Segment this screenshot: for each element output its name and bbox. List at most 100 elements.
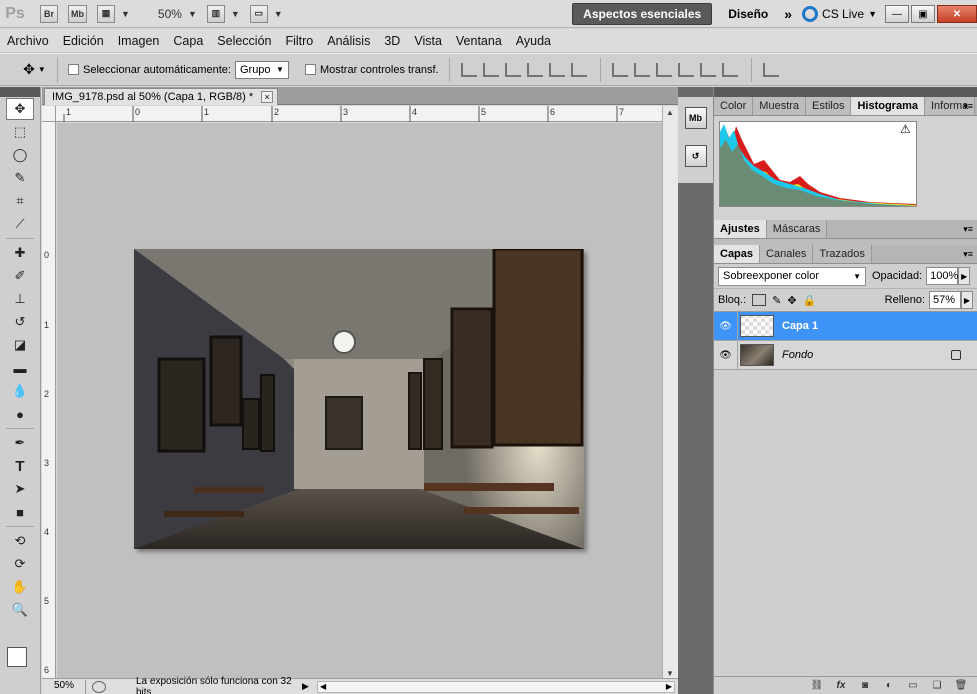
status-zoom-field[interactable]: 50%	[42, 679, 86, 694]
brush-tool-icon[interactable]: ✐	[6, 265, 34, 287]
link-layers-icon[interactable]: ⛓	[810, 680, 824, 692]
align-bottom-icon[interactable]	[504, 62, 521, 77]
scroll-up-icon[interactable]: ▲	[666, 108, 674, 117]
auto-select-dropdown[interactable]: Grupo ▼	[234, 60, 289, 79]
canvas-area[interactable]	[57, 123, 662, 680]
3d-rotate-tool-icon[interactable]: ⟲	[6, 530, 34, 552]
panel-menu-icon[interactable]: ▾≡	[963, 224, 973, 235]
menu-filtro[interactable]: Filtro	[278, 34, 320, 48]
shape-tool-icon[interactable]: ■	[6, 501, 34, 523]
quick-selection-tool-icon[interactable]: ✎	[6, 167, 34, 189]
distribute-left-icon[interactable]	[677, 62, 694, 77]
marquee-tool-icon[interactable]: ⬚	[6, 121, 34, 143]
chevron-down-icon[interactable]: ▼	[121, 9, 130, 19]
view-extras-button[interactable]: ▦	[97, 4, 115, 23]
menu-3d[interactable]: 3D	[377, 34, 407, 48]
scroll-left-icon[interactable]: ◀	[320, 682, 326, 691]
gradient-tool-icon[interactable]: ▬	[6, 357, 34, 379]
tab-adjustments[interactable]: Ajustes	[714, 220, 767, 238]
tab-masks[interactable]: Máscaras	[766, 220, 828, 238]
tab-layers[interactable]: Capas	[714, 245, 761, 263]
tab-styles[interactable]: Estilos	[806, 97, 852, 115]
chevron-down-icon[interactable]: ▼	[274, 9, 283, 19]
layer-thumbnail[interactable]	[740, 344, 774, 366]
align-right-icon[interactable]	[570, 62, 587, 77]
menu-capa[interactable]: Capa	[166, 34, 210, 48]
distribute-top-icon[interactable]	[611, 62, 628, 77]
menu-imagen[interactable]: Imagen	[111, 34, 167, 48]
distribute-vcenter-icon[interactable]	[633, 62, 650, 77]
crop-tool-icon[interactable]: ⌗	[6, 190, 34, 212]
document-image[interactable]	[134, 249, 584, 549]
tab-histogram[interactable]: Histograma	[851, 97, 925, 115]
ruler-origin[interactable]	[42, 106, 56, 122]
eyedropper-tool-icon[interactable]: ⟋	[6, 213, 34, 235]
lock-all-icon[interactable]: 🔒	[803, 294, 817, 307]
bridge-button[interactable]: Br	[40, 4, 58, 23]
move-tool-icon[interactable]: ✥	[6, 98, 34, 120]
document-tab[interactable]: IMG_9178.psd al 50% (Capa 1, RGB/8) * ×	[44, 88, 279, 105]
status-icon[interactable]	[92, 680, 106, 693]
distribute-hcenter-icon[interactable]	[699, 62, 716, 77]
foreground-color-swatch[interactable]	[7, 647, 27, 667]
panel-menu-icon[interactable]: ▾≡	[963, 249, 973, 260]
align-hcenter-icon[interactable]	[548, 62, 565, 77]
lock-position-icon[interactable]: ✥	[787, 294, 796, 307]
vertical-ruler[interactable]: 0 1 2 3 4 5 6	[42, 122, 56, 680]
menu-analisis[interactable]: Análisis	[320, 34, 377, 48]
checkbox-box[interactable]	[68, 64, 79, 75]
new-layer-icon[interactable]: ❏	[930, 680, 944, 692]
panel-menu-icon[interactable]: ▾≡	[963, 101, 973, 112]
distribute-right-icon[interactable]	[721, 62, 738, 77]
workspace-design-button[interactable]: Diseño	[718, 3, 778, 25]
pen-tool-icon[interactable]: ✒	[6, 432, 34, 454]
type-tool-icon[interactable]: T	[6, 455, 34, 477]
menu-ayuda[interactable]: Ayuda	[509, 34, 558, 48]
lock-pixels-icon[interactable]: ✎	[772, 294, 781, 307]
menu-vista[interactable]: Vista	[407, 34, 449, 48]
horizontal-ruler[interactable]: 1 0 1 2 3 4 5 6 7	[56, 106, 662, 122]
history-brush-tool-icon[interactable]: ↺	[6, 311, 34, 333]
menu-ventana[interactable]: Ventana	[449, 34, 509, 48]
clone-stamp-tool-icon[interactable]: ⊥	[6, 288, 34, 310]
horizontal-scrollbar[interactable]: ◀ ▶	[317, 680, 675, 693]
menu-seleccion[interactable]: Selección	[210, 34, 278, 48]
blend-mode-dropdown[interactable]: Sobreexponer color ▼	[718, 266, 866, 286]
eye-icon[interactable]: 👁	[714, 340, 738, 370]
arrange-documents-button[interactable]: ▥	[206, 4, 225, 23]
tab-channels[interactable]: Canales	[760, 245, 814, 263]
eye-icon[interactable]: 👁	[714, 311, 738, 341]
path-selection-tool-icon[interactable]: ➤	[6, 478, 34, 500]
panel-grip[interactable]	[714, 87, 977, 97]
layer-row[interactable]: 👁 Capa 1	[714, 311, 977, 341]
chevron-down-icon[interactable]: ▼	[231, 9, 240, 19]
lasso-tool-icon[interactable]: ◯	[6, 144, 34, 166]
close-button[interactable]: ✕	[937, 5, 977, 23]
lock-transparency-icon[interactable]	[752, 294, 767, 306]
tools-panel-header[interactable]	[0, 87, 40, 97]
cs-live-button[interactable]: CS Live ▼	[802, 6, 877, 22]
status-menu-icon[interactable]: ▶	[302, 681, 314, 692]
maximize-button[interactable]: ▣	[911, 5, 935, 23]
new-group-icon[interactable]: ▭	[906, 680, 920, 692]
menu-edicion[interactable]: Edición	[56, 34, 111, 48]
screen-mode-button[interactable]: ▭	[249, 4, 268, 23]
mini-bridge-panel-icon[interactable]: Mb	[684, 107, 707, 129]
layer-style-icon[interactable]: fx	[834, 680, 848, 692]
opacity-slider-toggle[interactable]: ▶	[958, 267, 971, 285]
close-icon[interactable]: ×	[261, 91, 274, 103]
3d-orbit-tool-icon[interactable]: ⟳	[6, 553, 34, 575]
layer-thumbnail[interactable]	[740, 315, 774, 337]
healing-brush-tool-icon[interactable]: ✚	[6, 242, 34, 264]
menu-archivo[interactable]: Archivo	[0, 34, 56, 48]
fill-input[interactable]: 57%	[929, 291, 961, 309]
tab-paths[interactable]: Trazados	[813, 245, 872, 263]
chevron-down-icon[interactable]: ▼	[188, 9, 197, 19]
align-vcenter-icon[interactable]	[482, 62, 499, 77]
more-workspaces-button[interactable]: »	[784, 6, 792, 22]
tab-swatches[interactable]: Muestra	[753, 97, 807, 115]
fill-slider-toggle[interactable]: ▶	[961, 291, 973, 309]
scroll-right-icon[interactable]: ▶	[666, 682, 672, 691]
minimize-button[interactable]: —	[885, 5, 909, 23]
delete-layer-icon[interactable]: 🗑	[954, 680, 968, 692]
